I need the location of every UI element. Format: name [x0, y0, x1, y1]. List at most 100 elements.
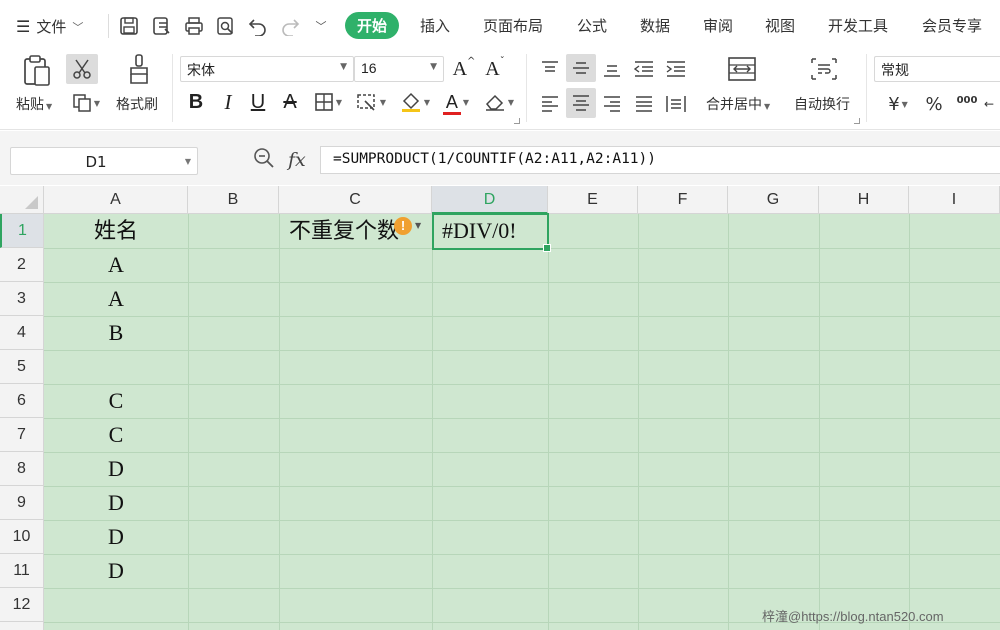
wrap-text-icon[interactable]	[808, 54, 840, 84]
cell-a10[interactable]: D	[44, 520, 188, 554]
number-format-select[interactable]: 常规	[874, 56, 1000, 82]
align-left-button[interactable]	[536, 90, 564, 118]
tab-review[interactable]: 审阅	[703, 15, 733, 36]
insert-function-button[interactable]: fx	[288, 149, 306, 171]
fill-color-button[interactable]: ▼	[396, 88, 434, 116]
tab-member[interactable]: 会员专享	[922, 15, 982, 36]
cell-a7[interactable]: C	[44, 418, 188, 452]
cell-a4[interactable]: B	[44, 316, 188, 350]
export-pdf-icon[interactable]	[150, 14, 174, 38]
error-warning-icon[interactable]: !	[394, 217, 412, 235]
row-header-7[interactable]: 7	[0, 418, 44, 452]
column-header-b[interactable]: B	[188, 186, 279, 214]
formula-input[interactable]: =SUMPRODUCT(1/COUNTIF(A2:A11,A2:A11))	[320, 146, 1000, 174]
chevron-down-icon: ▼	[507, 97, 515, 107]
font-name-select[interactable]: 宋体 ▼	[180, 56, 354, 82]
justify-button[interactable]	[630, 90, 658, 118]
increase-indent-button[interactable]	[662, 56, 690, 82]
format-painter-button[interactable]: 格式刷	[116, 94, 158, 114]
align-right-button[interactable]	[598, 90, 626, 118]
format-painter-icon[interactable]	[122, 52, 156, 88]
undo-icon[interactable]	[246, 14, 270, 38]
tab-developer[interactable]: 开发工具	[828, 15, 888, 36]
borders-button[interactable]: ▼	[308, 88, 348, 116]
tab-page-layout[interactable]: 页面布局	[483, 15, 543, 36]
cell-a11[interactable]: D	[44, 554, 188, 588]
quick-access-dropdown-icon[interactable]: ﹀	[309, 14, 333, 38]
underline-glyph: U	[250, 90, 266, 113]
alignment-settings-launcher-icon[interactable]	[854, 118, 860, 124]
cell-a3[interactable]: A	[44, 282, 188, 316]
row-header-8[interactable]: 8	[0, 452, 44, 486]
row-header-6[interactable]: 6	[0, 384, 44, 418]
column-header-c[interactable]: C	[279, 186, 432, 214]
redo-icon[interactable]	[278, 14, 302, 38]
name-box[interactable]: D1 ▼	[10, 147, 198, 175]
row-header-1[interactable]: 1	[0, 214, 44, 248]
paste-icon[interactable]	[20, 54, 54, 88]
tab-view[interactable]: 视图	[765, 15, 795, 36]
row-header-4[interactable]: 4	[0, 316, 44, 350]
wrap-text-button[interactable]: 自动换行	[794, 94, 850, 114]
row-header-13[interactable]	[0, 622, 44, 630]
thousands-separator-button[interactable]: 000	[952, 90, 982, 118]
row-header-5[interactable]: 5	[0, 350, 44, 384]
increase-font-button[interactable]: A ^	[452, 56, 476, 82]
decrease-indent-button[interactable]	[630, 56, 658, 82]
column-header-i[interactable]: I	[909, 186, 1000, 214]
merge-center-button[interactable]: 合并居中 ▼	[706, 94, 770, 114]
row-header-12[interactable]: 12	[0, 588, 44, 622]
chevron-down-icon[interactable]: ▼	[415, 221, 421, 230]
row-header-9[interactable]: 9	[0, 486, 44, 520]
row-header-2[interactable]: 2	[0, 248, 44, 282]
percent-format-button[interactable]: %	[922, 90, 946, 118]
print-icon[interactable]	[182, 14, 206, 38]
currency-glyph: ¥	[888, 93, 900, 115]
column-header-g[interactable]: G	[728, 186, 819, 214]
increase-decimal-button[interactable]: ←	[984, 90, 1000, 118]
currency-format-button[interactable]: ¥ ▼	[878, 90, 918, 118]
file-menu[interactable]: ☰ 文件 ﹀	[16, 16, 83, 37]
font-size-select[interactable]: 16 ▼	[354, 56, 444, 82]
align-bottom-button[interactable]	[598, 56, 626, 82]
cell-a6[interactable]: C	[44, 384, 188, 418]
distributed-align-button[interactable]	[662, 90, 690, 118]
cell-a9[interactable]: D	[44, 486, 188, 520]
merge-center-icon[interactable]	[726, 54, 758, 84]
underline-button[interactable]: U	[246, 88, 270, 116]
column-header-a[interactable]: A	[44, 186, 188, 214]
print-preview-icon[interactable]	[214, 14, 238, 38]
column-header-d[interactable]: D	[432, 186, 548, 214]
tab-data[interactable]: 数据	[640, 15, 670, 36]
cell-a2[interactable]: A	[44, 248, 188, 282]
increase-decimal-icon: ←	[984, 97, 995, 111]
strikethrough-button[interactable]: A	[278, 88, 302, 116]
align-center-button[interactable]	[566, 88, 596, 118]
row-header-11[interactable]: 11	[0, 554, 44, 588]
font-color-button[interactable]: A ▼	[438, 88, 474, 116]
save-icon[interactable]	[117, 14, 141, 38]
copy-button[interactable]: ▼	[66, 90, 106, 116]
tab-home[interactable]: 开始	[345, 12, 400, 39]
align-top-button[interactable]	[536, 56, 564, 82]
cell-a8[interactable]: D	[44, 452, 188, 486]
select-all-corner[interactable]	[0, 186, 44, 214]
row-header-3[interactable]: 3	[0, 282, 44, 316]
column-header-f[interactable]: F	[638, 186, 728, 214]
font-settings-launcher-icon[interactable]	[514, 118, 520, 124]
clear-button[interactable]: ▼	[480, 88, 518, 116]
row-header-10[interactable]: 10	[0, 520, 44, 554]
fill-style-button[interactable]: ▼	[350, 88, 392, 116]
align-middle-button[interactable]	[566, 54, 596, 82]
zoom-icon[interactable]	[253, 147, 275, 173]
cut-icon[interactable]	[66, 54, 98, 84]
tab-formulas[interactable]: 公式	[577, 15, 607, 36]
italic-button[interactable]: I	[216, 88, 240, 116]
tab-insert[interactable]: 插入	[420, 15, 450, 36]
bold-button[interactable]: B	[184, 88, 208, 116]
column-header-e[interactable]: E	[548, 186, 638, 214]
cell-a1[interactable]: 姓名	[44, 214, 188, 248]
decrease-font-button[interactable]: Aˇ	[482, 56, 508, 82]
column-header-h[interactable]: H	[819, 186, 909, 214]
paste-button[interactable]: 粘贴 ▼	[16, 94, 52, 114]
